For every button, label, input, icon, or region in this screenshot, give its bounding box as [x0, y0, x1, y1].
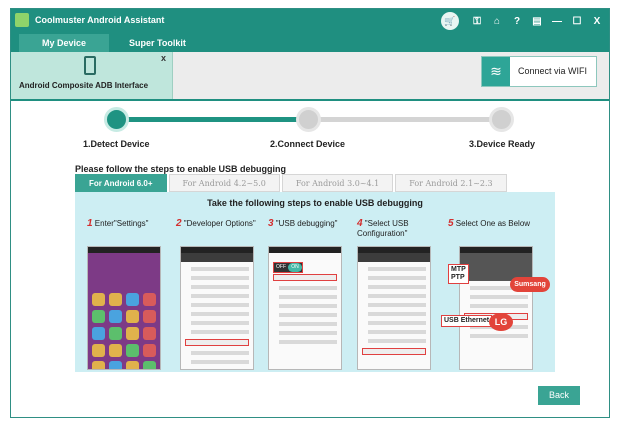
minimize-icon[interactable]: —	[551, 16, 563, 27]
screenshot-usb-modes	[459, 246, 533, 370]
usb-ethernet-label: USB Ethernet	[441, 315, 493, 327]
guide-step-number: 3	[268, 218, 274, 229]
tab-super-toolkit[interactable]: Super Toolkit	[115, 34, 200, 52]
tab-android-6[interactable]: For Android 6.0+	[75, 174, 167, 192]
toggle-off-label: OFF	[276, 264, 286, 270]
step-indicator-detect	[104, 107, 129, 132]
screenshot-usb-configuration	[357, 246, 431, 370]
help-icon[interactable]: ?	[511, 16, 523, 27]
step-label-detect: 1.Detect Device	[83, 139, 150, 149]
step-label-connect: 2.Connect Device	[270, 139, 346, 149]
progress-track-pending	[308, 117, 504, 122]
mtp-ptp-label: MTP PTP	[448, 264, 469, 284]
device-card[interactable]: Android Composite ADB Interface x	[11, 52, 173, 99]
guide-step-caption: 1 Enter"Settings"	[87, 219, 172, 229]
guide-step-caption: 4 "Select USB Configuration"	[357, 219, 429, 239]
key-icon[interactable]: ⚿	[471, 16, 483, 27]
guide-step-caption: 3 "USB debugging"	[268, 219, 358, 229]
step-label-ready: 3.Device Ready	[469, 139, 536, 149]
screenshot-usb-debugging: OFF ON	[268, 246, 342, 370]
guide-step-text: Enter"Settings"	[94, 219, 149, 228]
guide-step-number: 2	[176, 218, 182, 229]
main-tab-bar: My Device Super Toolkit	[11, 31, 609, 52]
screenshot-developer-options	[180, 246, 254, 370]
device-bar: Android Composite ADB Interface x ≋ Conn…	[11, 52, 609, 101]
instruction-heading: Please follow the steps to enable USB de…	[75, 164, 287, 174]
feedback-icon[interactable]: ▤	[531, 16, 543, 27]
phone-icon	[84, 56, 96, 75]
android-version-tabs: For Android 6.0+ For Android 4.2~5.0 For…	[75, 174, 509, 192]
connect-wifi-label: Connect via WIFI	[518, 66, 588, 76]
guide-step-text: "USB debugging"	[275, 219, 338, 228]
lg-badge: LG	[489, 313, 513, 331]
developer-toggle: OFF ON	[273, 262, 303, 273]
guide-step-number: 5	[448, 218, 454, 229]
screenshot-home-screen	[87, 246, 161, 370]
back-button[interactable]: Back	[538, 386, 580, 405]
close-icon[interactable]: X	[591, 16, 603, 27]
toggle-on-label: ON	[288, 263, 302, 272]
guide-step-text: "Developer Options"	[183, 219, 256, 228]
guide-step-text: "Select USB Configuration"	[357, 219, 409, 238]
guide-step-number: 1	[87, 218, 93, 229]
tab-android-2-1[interactable]: For Android 2.1~2.3	[395, 174, 507, 192]
guide-step-text: Select One as Below	[455, 219, 531, 228]
guide-step-number: 4	[357, 218, 363, 229]
title-bar: Coolmuster Android Assistant 🛒 ⚿ ⌂ ? ▤ —…	[11, 9, 609, 31]
step-indicator-ready	[489, 107, 514, 132]
guide-step-caption: 2 "Developer Options"	[176, 219, 266, 229]
device-name: Android Composite ADB Interface	[19, 81, 149, 90]
tab-my-device[interactable]: My Device	[19, 34, 109, 52]
samsung-badge: Sumsang	[510, 277, 550, 292]
home-icon[interactable]: ⌂	[491, 16, 503, 27]
guide-step-caption: 5 Select One as Below	[448, 219, 548, 229]
title-bar-controls: 🛒 ⚿ ⌂ ? ▤ — ☐ X	[441, 12, 603, 30]
connect-wifi-button[interactable]: ≋ Connect via WIFI	[481, 56, 597, 87]
usb-debugging-guide: Take the following steps to enable USB d…	[75, 192, 555, 372]
tab-android-3-0[interactable]: For Android 3.0~4.1	[281, 174, 394, 192]
guide-title: Take the following steps to enable USB d…	[207, 198, 423, 208]
maximize-icon[interactable]: ☐	[571, 16, 583, 27]
cart-icon[interactable]: 🛒	[441, 12, 459, 30]
device-close-icon[interactable]: x	[161, 53, 166, 63]
app-title: Coolmuster Android Assistant	[35, 15, 165, 25]
app-window: Coolmuster Android Assistant 🛒 ⚿ ⌂ ? ▤ —…	[10, 8, 610, 418]
step-indicator-connect	[296, 107, 321, 132]
app-logo-icon	[15, 13, 29, 27]
tab-android-4-2[interactable]: For Android 4.2~5.0	[168, 174, 280, 192]
wifi-icon: ≋	[482, 57, 510, 86]
connection-progress: 1.Detect Device 2.Connect Device 3.Devic…	[11, 101, 609, 153]
progress-track-complete	[126, 117, 308, 122]
